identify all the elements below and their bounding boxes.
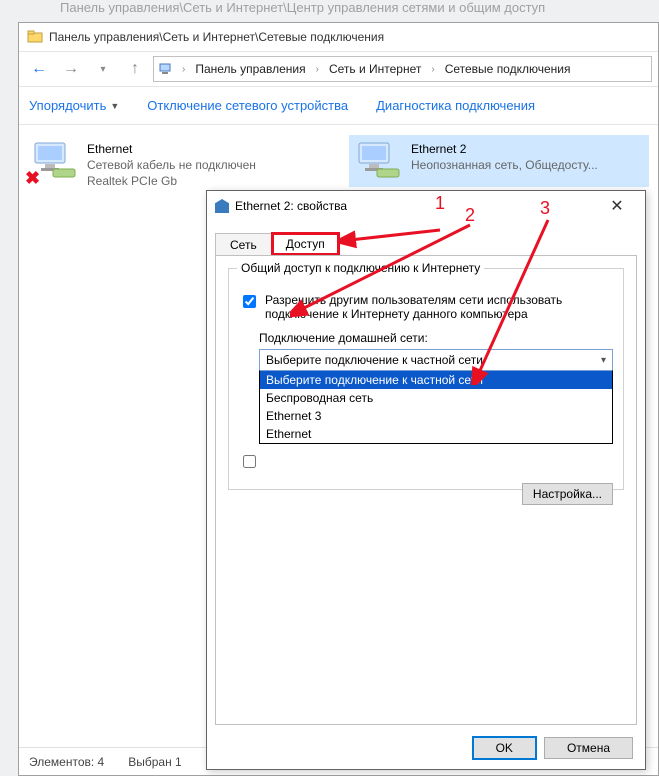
- background-window-title: Панель управления\Сеть и Интернет\Центр …: [60, 0, 545, 20]
- disable-label: Отключение сетевого устройства: [147, 98, 348, 113]
- chevron-right-icon: ›: [312, 64, 323, 75]
- up-button[interactable]: ↑: [121, 55, 149, 83]
- disable-device-button[interactable]: Отключение сетевого устройства: [147, 98, 348, 113]
- back-button[interactable]: ←: [25, 55, 53, 83]
- breadcrumb-item[interactable]: Сеть и Интернет: [327, 62, 423, 76]
- chevron-right-icon: ›: [178, 64, 189, 75]
- recent-dropdown[interactable]: ▾: [89, 55, 117, 83]
- allow-sharing-checkbox-row[interactable]: Разрешить другим пользователям сети испо…: [239, 293, 613, 321]
- tab-panel-sharing: Общий доступ к подключению к Интернету Р…: [215, 255, 637, 725]
- connection-icon: [355, 141, 403, 181]
- breadcrumb-field[interactable]: › Панель управления › Сеть и Интернет › …: [153, 56, 652, 82]
- combo-option[interactable]: Ethernet 3: [260, 407, 612, 425]
- disconnected-x-icon: ✖: [25, 168, 40, 189]
- chevron-down-icon: ▼: [110, 101, 119, 111]
- cancel-button[interactable]: Отмена: [544, 737, 633, 759]
- selection-count: Выбран 1: [128, 755, 181, 769]
- combo-option[interactable]: Беспроводная сеть: [260, 389, 612, 407]
- window-titlebar: Панель управления\Сеть и Интернет\Сетевы…: [19, 23, 658, 51]
- location-icon: [158, 61, 174, 77]
- forward-button[interactable]: →: [57, 55, 85, 83]
- chevron-right-icon: ›: [427, 64, 438, 75]
- connection-status: Сетевой кабель не подключен: [87, 157, 256, 173]
- allow-control-checkbox-row[interactable]: [239, 453, 613, 471]
- adapter-icon: [215, 199, 229, 213]
- diagnose-label: Диагностика подключения: [376, 98, 535, 113]
- home-network-combobox[interactable]: Выберите подключение к частной сети ▾ Вы…: [259, 349, 613, 371]
- network-folder-icon: [27, 29, 43, 45]
- chevron-down-icon: ▾: [601, 355, 606, 366]
- combo-dropdown-list: Выберите подключение к частной сети Бесп…: [259, 370, 613, 444]
- connection-item-ethernet[interactable]: ✖ Ethernet Сетевой кабель не подключен R…: [25, 135, 325, 196]
- allow-sharing-checkbox[interactable]: [243, 295, 256, 308]
- connection-name: Ethernet 2: [411, 141, 598, 157]
- allow-control-checkbox[interactable]: [243, 455, 256, 468]
- tab-network[interactable]: Сеть: [215, 233, 272, 256]
- connection-adapter: Realtek PCIe Gb: [87, 173, 256, 189]
- properties-dialog: Ethernet 2: свойства ✕ Сеть Доступ Общий…: [206, 190, 646, 770]
- tab-sharing[interactable]: Доступ: [271, 232, 340, 256]
- combo-option[interactable]: Ethernet: [260, 425, 612, 443]
- allow-sharing-label: Разрешить другим пользователям сети испо…: [265, 293, 613, 321]
- connection-name: Ethernet: [87, 141, 256, 157]
- combo-selected-text: Выберите подключение к частной сети: [266, 353, 483, 367]
- diagnose-button[interactable]: Диагностика подключения: [376, 98, 535, 113]
- settings-button[interactable]: Настройка...: [522, 483, 613, 505]
- breadcrumb-item[interactable]: Сетевые подключения: [443, 62, 573, 76]
- tab-strip: Сеть Доступ: [207, 227, 645, 255]
- item-count: Элементов: 4: [29, 755, 104, 769]
- combo-option[interactable]: Выберите подключение к частной сети: [260, 371, 612, 389]
- dialog-title-text: Ethernet 2: свойства: [235, 199, 347, 213]
- ok-button[interactable]: OK: [473, 737, 536, 759]
- connection-icon: ✖: [31, 141, 79, 181]
- home-network-label: Подключение домашней сети:: [259, 331, 613, 345]
- connection-item-ethernet2[interactable]: Ethernet 2 Неопознанная сеть, Общедосту.…: [349, 135, 649, 187]
- toolbar: Упорядочить ▼ Отключение сетевого устрой…: [19, 87, 658, 125]
- dialog-titlebar: Ethernet 2: свойства ✕: [207, 191, 645, 221]
- breadcrumb-item[interactable]: Панель управления: [193, 62, 307, 76]
- organize-label: Упорядочить: [29, 98, 106, 113]
- dialog-button-row: OK Отмена: [473, 737, 633, 759]
- organize-menu[interactable]: Упорядочить ▼: [29, 98, 119, 113]
- window-title-text: Панель управления\Сеть и Интернет\Сетевы…: [49, 30, 384, 44]
- ics-group: Общий доступ к подключению к Интернету Р…: [228, 268, 624, 490]
- close-button[interactable]: ✕: [597, 196, 637, 216]
- connection-status: Неопознанная сеть, Общедосту...: [411, 157, 598, 173]
- group-title: Общий доступ к подключению к Интернету: [237, 261, 484, 275]
- address-bar: ← → ▾ ↑ › Панель управления › Сеть и Инт…: [19, 51, 658, 87]
